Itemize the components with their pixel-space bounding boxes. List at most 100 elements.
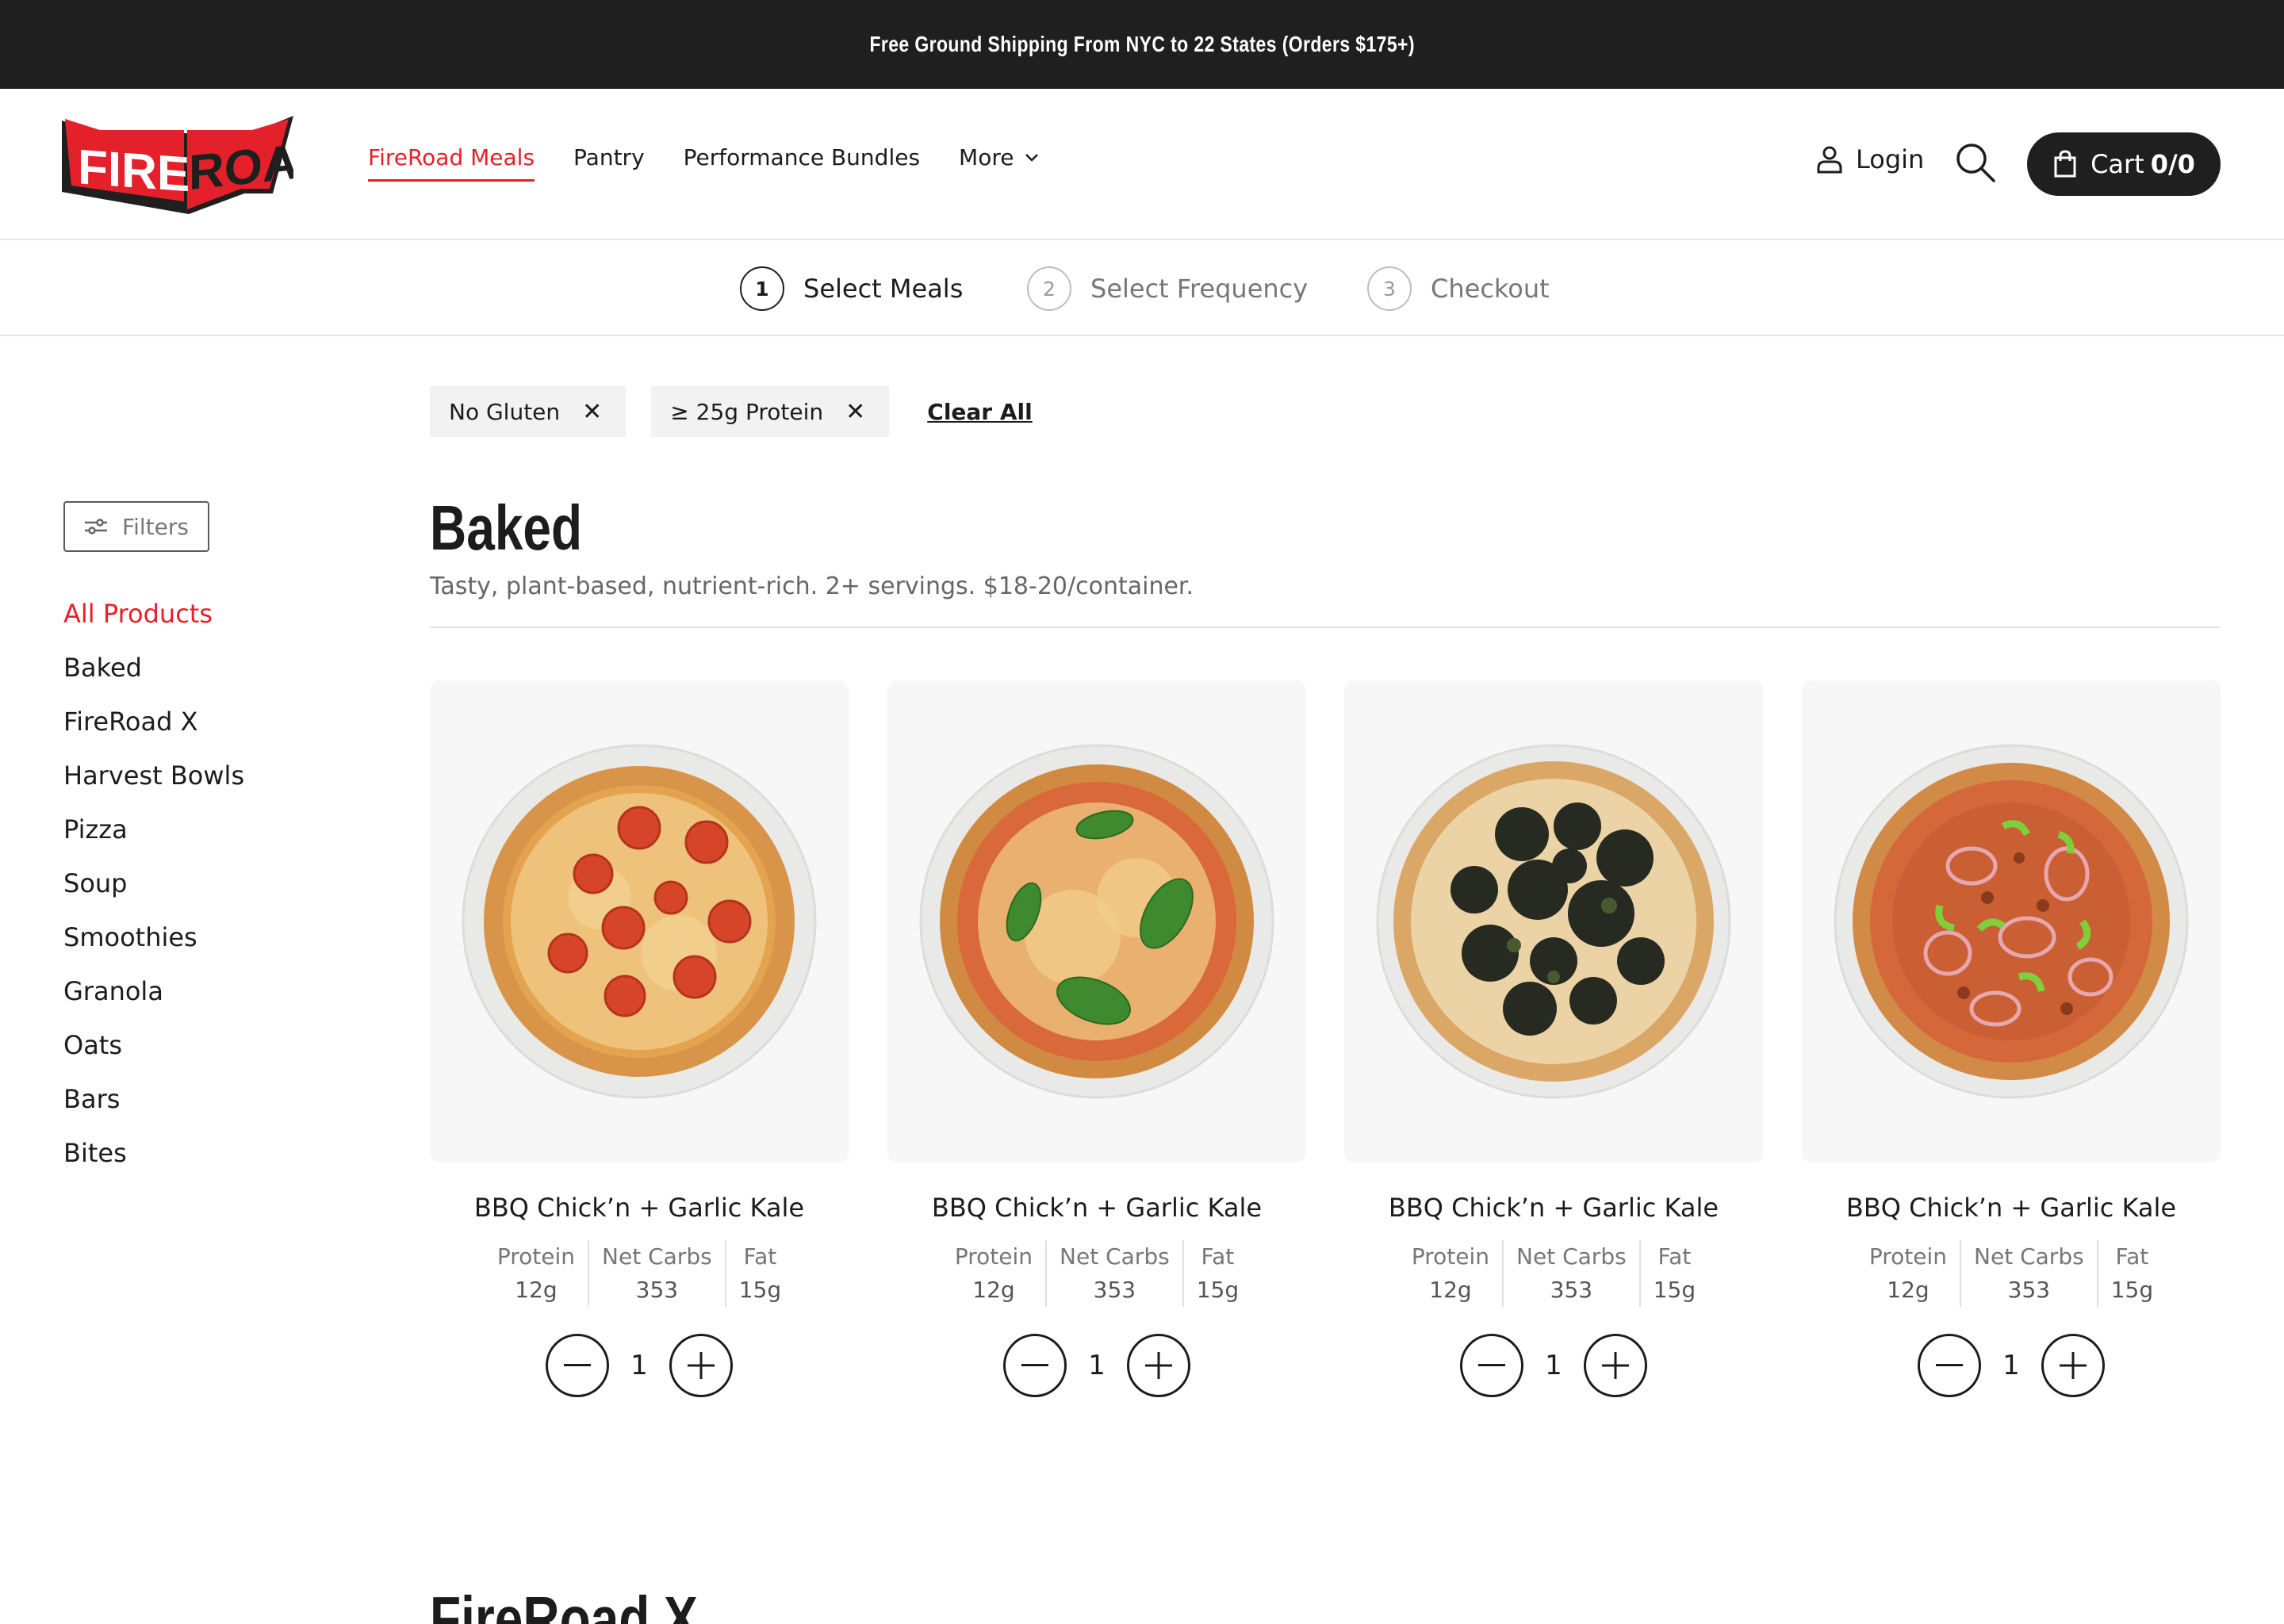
checkout-steps: 1 Select Meals 2 Select Frequency 3 Chec… (0, 240, 2284, 336)
filter-chip-no-gluten[interactable]: No Gluten ✕ (430, 386, 627, 437)
user-icon (1817, 146, 1842, 174)
pepperoni-pizza-image[interactable] (430, 680, 849, 1162)
increase-button[interactable] (669, 1334, 733, 1397)
quantity-value: 1 (1545, 1350, 1562, 1381)
category-fireroad-x[interactable]: FireRoad X (63, 704, 244, 758)
product-card: BBQ Chick’n + Garlic Kale Protein 12g Net… (887, 680, 1306, 1397)
cart-button[interactable]: Cart 0/0 (2027, 132, 2221, 196)
nav-more[interactable]: More (959, 144, 1039, 182)
category-smoothies[interactable]: Smoothies (63, 920, 244, 974)
step-select-frequency[interactable]: 2 Select Frequency (1027, 266, 1308, 311)
clear-all-link[interactable]: Clear All (927, 399, 1032, 425)
protein-value: 12g (515, 1277, 558, 1303)
filter-chip-protein[interactable]: ≥ 25g Protein ✕ (651, 386, 890, 437)
step-label: Checkout (1431, 274, 1550, 304)
section-title: Baked (430, 492, 583, 563)
protein-label: Protein (496, 1243, 576, 1270)
filters-button[interactable]: Filters (63, 501, 209, 552)
fat-label: Fat (2115, 1243, 2149, 1270)
announcement-bar: Free Ground Shipping From NYC to 22 Stat… (0, 0, 2284, 89)
fat-value: 15g (2110, 1277, 2154, 1303)
decrease-button[interactable] (1460, 1334, 1523, 1397)
step-number: 2 (1027, 266, 1071, 311)
category-baked[interactable]: Baked (63, 650, 244, 704)
category-bites[interactable]: Bites (63, 1136, 244, 1189)
category-list: All Products Baked FireRoad X Harvest Bo… (63, 596, 244, 1189)
step-select-meals[interactable]: 1 Select Meals (740, 266, 963, 311)
plus-icon (688, 1352, 715, 1379)
category-harvest-bowls[interactable]: Harvest Bowls (63, 758, 244, 812)
nav-performance-bundles[interactable]: Performance Bundles (684, 144, 920, 182)
product-name[interactable]: BBQ Chick’n + Garlic Kale (1802, 1193, 2221, 1223)
protein-label: Protein (1868, 1243, 1948, 1270)
net-carbs-value: 353 (1093, 1277, 1136, 1303)
category-oats[interactable]: Oats (63, 1028, 244, 1082)
fat-label: Fat (1657, 1243, 1692, 1270)
search-icon (1956, 144, 1995, 182)
minus-icon (1021, 1364, 1048, 1366)
category-bars[interactable]: Bars (63, 1082, 244, 1136)
increase-button[interactable] (2041, 1334, 2105, 1397)
net-carbs-label: Net Carbs (1974, 1243, 2084, 1270)
cart-label: Cart (2090, 149, 2144, 179)
step-number: 3 (1367, 266, 1412, 311)
product-name[interactable]: BBQ Chick’n + Garlic Kale (1344, 1193, 1763, 1223)
fireroad-logo[interactable]: FIRE ROAD (62, 116, 334, 214)
login-label: Login (1856, 144, 1925, 174)
plus-icon (2060, 1352, 2087, 1379)
decrease-button[interactable] (1003, 1334, 1067, 1397)
step-label: Select Frequency (1090, 274, 1309, 304)
nutrition-facts: Protein 12g Net Carbs 353 Fat 15g (430, 1240, 849, 1307)
announcement-text: Free Ground Shipping From NYC to 22 Stat… (869, 32, 1415, 56)
active-filters: No Gluten ✕ ≥ 25g Protein ✕ Clear All (430, 386, 1033, 437)
decrease-button[interactable] (546, 1334, 609, 1397)
quantity-value: 1 (1088, 1350, 1106, 1381)
nutrition-facts: Protein 12g Net Carbs 353 Fat 15g (887, 1240, 1306, 1307)
section-divider (430, 626, 2221, 628)
step-checkout[interactable]: 3 Checkout (1367, 266, 1550, 311)
sliders-icon (85, 519, 108, 534)
category-all-products[interactable]: All Products (63, 596, 244, 650)
category-granola[interactable]: Granola (63, 974, 244, 1028)
category-soup[interactable]: Soup (63, 866, 244, 920)
shopping-bag-icon (2054, 150, 2076, 178)
supreme-pizza-image[interactable] (1802, 680, 2221, 1162)
nutrition-facts: Protein 12g Net Carbs 353 Fat 15g (1344, 1240, 1763, 1307)
cart-count: 0/0 (2150, 149, 2195, 179)
category-pizza[interactable]: Pizza (63, 812, 244, 866)
close-icon[interactable]: ✕ (582, 398, 602, 426)
protein-value: 12g (1887, 1277, 1930, 1303)
protein-value: 12g (1429, 1277, 1472, 1303)
fat-value: 15g (738, 1277, 782, 1303)
quantity-value: 1 (2002, 1350, 2020, 1381)
filters-label: Filters (122, 513, 189, 540)
product-name[interactable]: BBQ Chick’n + Garlic Kale (430, 1193, 849, 1223)
quantity-stepper: 1 (430, 1334, 849, 1397)
main-nav: FireRoad Meals Pantry Performance Bundle… (368, 144, 1078, 182)
net-carbs-label: Net Carbs (1060, 1243, 1170, 1270)
search-button[interactable] (1954, 141, 1997, 187)
fat-label: Fat (1201, 1243, 1235, 1270)
quantity-stepper: 1 (1344, 1334, 1763, 1397)
product-name[interactable]: BBQ Chick’n + Garlic Kale (887, 1193, 1306, 1223)
decrease-button[interactable] (1918, 1334, 1981, 1397)
step-label: Select Meals (803, 274, 964, 304)
login-link[interactable]: Login (1816, 144, 1924, 174)
site-header: FIRE ROAD FireRoad Meals Pantry Performa… (0, 89, 2284, 240)
fat-value: 15g (1196, 1277, 1240, 1303)
nav-pantry[interactable]: Pantry (573, 144, 645, 182)
fat-label: Fat (743, 1243, 777, 1270)
close-icon[interactable]: ✕ (845, 398, 865, 426)
plus-icon (1602, 1352, 1629, 1379)
protein-label: Protein (1411, 1243, 1490, 1270)
increase-button[interactable] (1584, 1334, 1647, 1397)
margherita-pizza-image[interactable] (887, 680, 1306, 1162)
net-carbs-label: Net Carbs (1516, 1243, 1627, 1270)
increase-button[interactable] (1127, 1334, 1190, 1397)
kale-pizza-image[interactable] (1344, 680, 1763, 1162)
quantity-stepper: 1 (887, 1334, 1306, 1397)
net-carbs-value: 353 (2007, 1277, 2051, 1303)
product-card: BBQ Chick’n + Garlic Kale Protein 12g Net… (1344, 680, 1763, 1397)
minus-icon (1936, 1364, 1963, 1366)
nav-fireroad-meals[interactable]: FireRoad Meals (368, 144, 535, 182)
